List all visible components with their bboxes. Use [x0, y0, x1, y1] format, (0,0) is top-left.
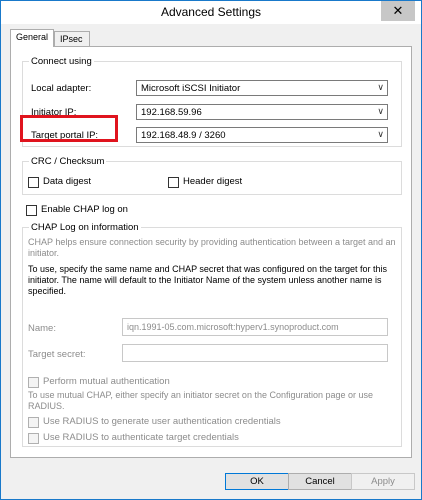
mutual-auth-label: Perform mutual authentication: [43, 376, 170, 387]
mutual-auth-help: To use mutual CHAP, either specify an in…: [28, 390, 374, 411]
name-input-value: iqn.1991-05.com.microsoft:hyperv1.synopr…: [127, 322, 339, 332]
chap-help-text: CHAP helps ensure connection security by…: [28, 237, 396, 258]
crc-checksum-group: CRC / Checksum Data digest Header digest: [22, 156, 402, 195]
cancel-button[interactable]: Cancel: [288, 473, 352, 490]
chap-usage-text: To use, specify the same name and CHAP s…: [28, 264, 388, 296]
enable-chap-checkbox[interactable]: [26, 205, 37, 216]
tab-ipsec[interactable]: IPsec: [54, 31, 90, 47]
enable-chap-label: Enable CHAP log on: [41, 204, 128, 215]
initiator-ip-select[interactable]: 192.168.59.96 ∨: [136, 104, 388, 120]
data-digest-checkbox[interactable]: [28, 177, 39, 188]
radius-user-checkbox[interactable]: [28, 417, 39, 428]
close-icon: ✕: [392, 3, 404, 18]
target-secret-input[interactable]: [122, 344, 388, 362]
header-digest-checkbox[interactable]: [168, 177, 179, 188]
mutual-auth-checkbox[interactable]: [28, 377, 39, 388]
ok-button[interactable]: OK: [225, 473, 289, 490]
radius-user-label: Use RADIUS to generate user authenticati…: [43, 416, 281, 427]
tab-ipsec-label: IPsec: [60, 34, 83, 44]
chevron-down-icon: ∨: [377, 106, 384, 116]
crc-checksum-title: CRC / Checksum: [29, 156, 107, 167]
target-portal-ip-value: 192.168.48.9 / 3260: [141, 130, 226, 141]
initiator-ip-value: 192.168.59.96: [141, 107, 202, 118]
name-input[interactable]: iqn.1991-05.com.microsoft:hyperv1.synopr…: [122, 318, 388, 336]
apply-button[interactable]: Apply: [351, 473, 415, 490]
connect-using-title: Connect using: [29, 56, 94, 67]
chap-logon-title: CHAP Log on information: [29, 222, 141, 233]
chevron-down-icon: ∨: [377, 129, 384, 139]
radius-target-label: Use RADIUS to authenticate target creden…: [43, 432, 239, 443]
target-portal-highlight-box: [20, 115, 118, 142]
window-title: Advanced Settings: [160, 5, 262, 19]
local-adapter-value: Microsoft iSCSI Initiator: [141, 83, 241, 94]
general-panel: Connect using Local adapter: Microsoft i…: [10, 46, 412, 458]
header-digest-label: Header digest: [183, 176, 243, 187]
tab-general[interactable]: General: [10, 29, 54, 47]
data-digest-label: Data digest: [43, 176, 92, 187]
local-adapter-select[interactable]: Microsoft iSCSI Initiator ∨: [136, 80, 388, 96]
close-button[interactable]: ✕: [381, 1, 415, 21]
advanced-settings-dialog: Advanced Settings ✕ General IPsec Connec…: [0, 0, 422, 500]
chap-logon-group: CHAP Log on information CHAP helps ensur…: [22, 222, 402, 447]
radius-target-checkbox[interactable]: [28, 433, 39, 444]
target-secret-label: Target secret:: [28, 349, 86, 360]
title-bar: Advanced Settings ✕: [1, 1, 421, 24]
local-adapter-label: Local adapter:: [31, 83, 92, 94]
tab-general-label: General: [16, 32, 49, 42]
target-portal-ip-select[interactable]: 192.168.48.9 / 3260 ∨: [136, 127, 388, 143]
chevron-down-icon: ∨: [377, 82, 384, 92]
name-label: Name:: [28, 323, 56, 334]
